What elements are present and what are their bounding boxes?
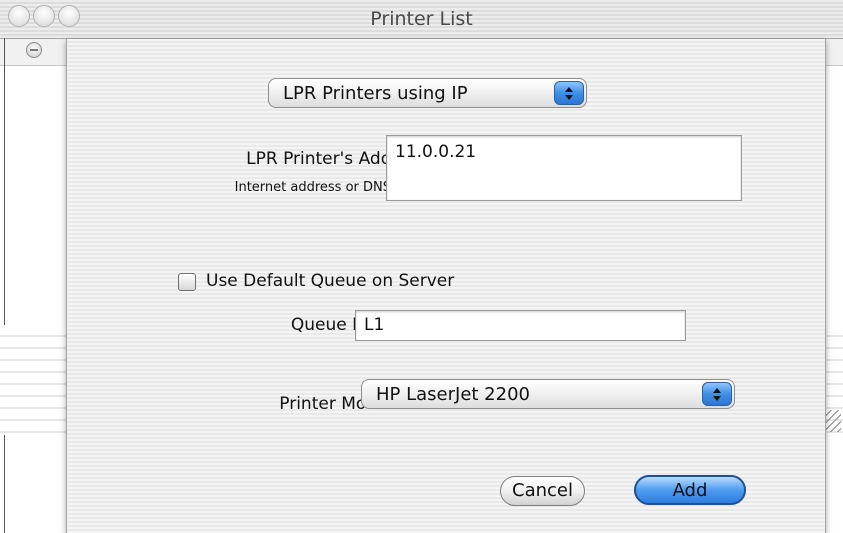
title-bar[interactable]: Printer List <box>0 0 843 39</box>
add-printer-sheet: LPR Printers using IP LPR Printer's Addr… <box>66 39 826 533</box>
use-default-queue-checkbox[interactable] <box>178 273 196 291</box>
toolbar-toggle-icon[interactable] <box>26 42 42 58</box>
connection-type-value: LPR Printers using IP <box>283 83 468 104</box>
window-title: Printer List <box>370 8 473 30</box>
window-border <box>4 38 5 533</box>
connection-type-popup[interactable]: LPR Printers using IP <box>268 78 587 108</box>
cancel-button[interactable]: Cancel <box>500 476 585 506</box>
add-button[interactable]: Add <box>634 475 746 505</box>
address-field[interactable]: 11.0.0.21 <box>386 135 742 201</box>
popup-arrows-icon <box>554 81 584 105</box>
printer-model-popup[interactable]: HP LaserJet 2200 <box>361 379 735 409</box>
use-default-queue-label: Use Default Queue on Server <box>206 271 455 291</box>
resize-grip-icon[interactable] <box>825 410 841 432</box>
queue-name-field[interactable]: L1 <box>355 310 686 341</box>
popup-arrows-icon <box>702 382 732 406</box>
list-scrollbar[interactable] <box>823 66 843 326</box>
printer-list-window: Printer List LPR Printers using IP LPR P… <box>0 0 843 533</box>
printer-model-value: HP LaserJet 2200 <box>376 384 530 405</box>
